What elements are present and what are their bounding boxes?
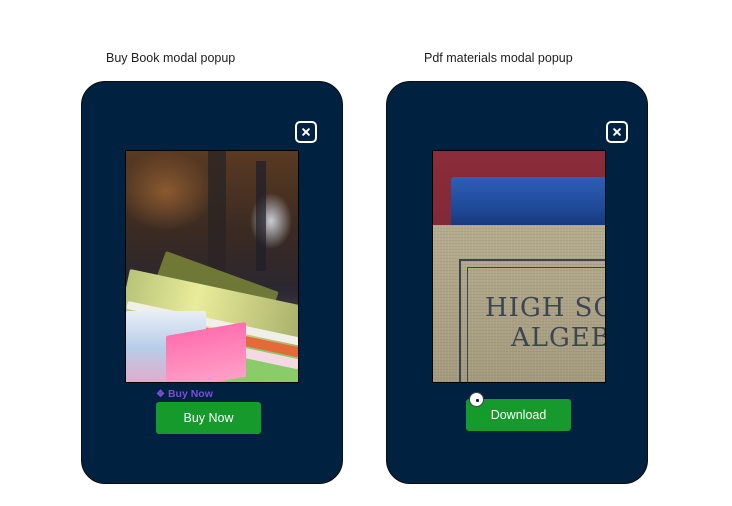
- frame-label-buy-book: Buy Book modal popup: [106, 51, 236, 65]
- buy-now-button[interactable]: Buy Now: [156, 402, 261, 434]
- book-stack-image: [125, 150, 299, 383]
- frame-label-pdf-materials: Pdf materials modal popup: [424, 51, 573, 65]
- close-icon[interactable]: [606, 121, 628, 143]
- component-diamond-icon: ❖: [156, 388, 165, 400]
- book-cover-title-line1: HIGH SCH: [485, 293, 605, 323]
- component-tag-label: Buy Now: [167, 388, 213, 400]
- cursor-badge-icon: [469, 392, 484, 407]
- buy-book-modal: ❖ Buy Now Buy Now: [81, 81, 343, 484]
- book-cover-title-line2: ALGEB: [511, 323, 606, 353]
- algebra-book-image: HIGH SCH ALGEB: [432, 150, 606, 383]
- pdf-materials-modal: HIGH SCH ALGEB Download: [386, 81, 648, 484]
- close-icon[interactable]: [295, 121, 317, 143]
- book-cover-title: HIGH SCH ALGEB: [485, 293, 606, 353]
- component-tag: ❖ Buy Now: [156, 388, 213, 400]
